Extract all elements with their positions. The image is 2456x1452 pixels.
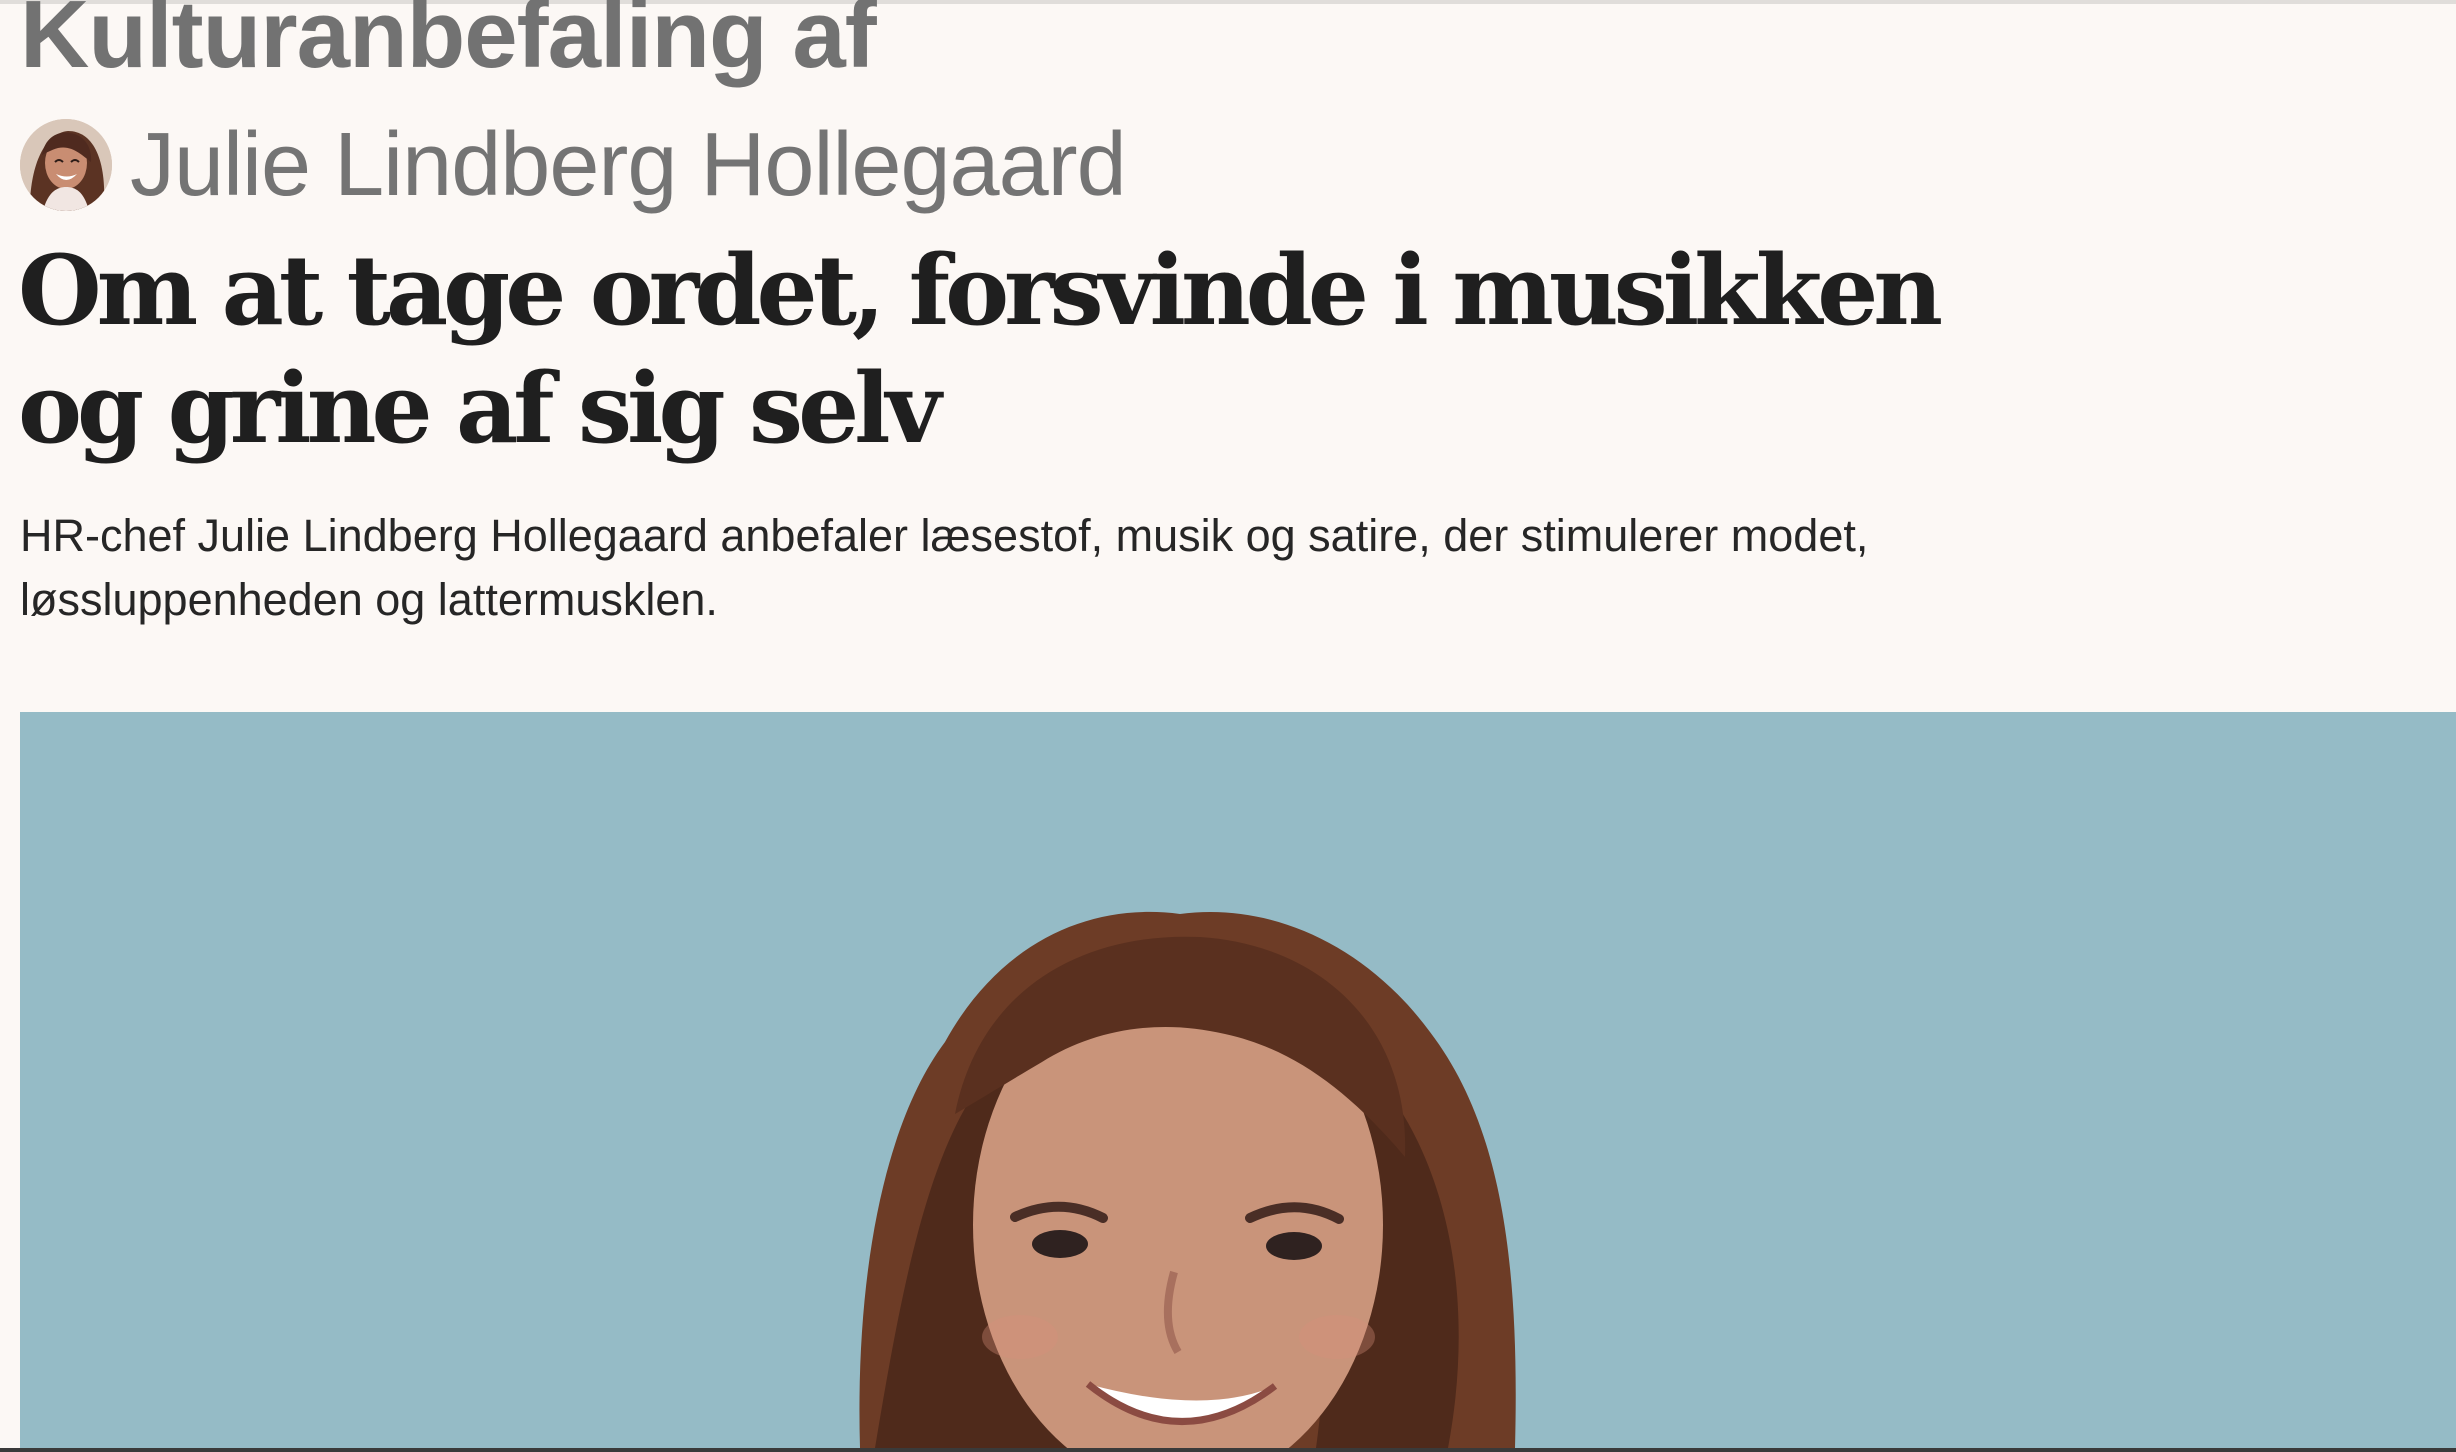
article-headline: Om at tage ordet, forsvinde i musikken o… — [18, 234, 1943, 465]
hero-image — [20, 712, 2456, 1448]
article-kicker: Kulturanbefaling af — [20, 0, 877, 88]
author-avatar[interactable] — [20, 119, 112, 211]
author-name[interactable]: Julie Lindberg Hollegaard — [130, 112, 1127, 218]
author-byline: Julie Lindberg Hollegaard — [20, 112, 1127, 218]
bottom-divider — [0, 1448, 2456, 1452]
article-summary: HR-chef Julie Lindberg Hollegaard anbefa… — [20, 510, 1869, 625]
article-page: Kulturanbefaling af Julie Lindberg Holle… — [0, 0, 2456, 1452]
